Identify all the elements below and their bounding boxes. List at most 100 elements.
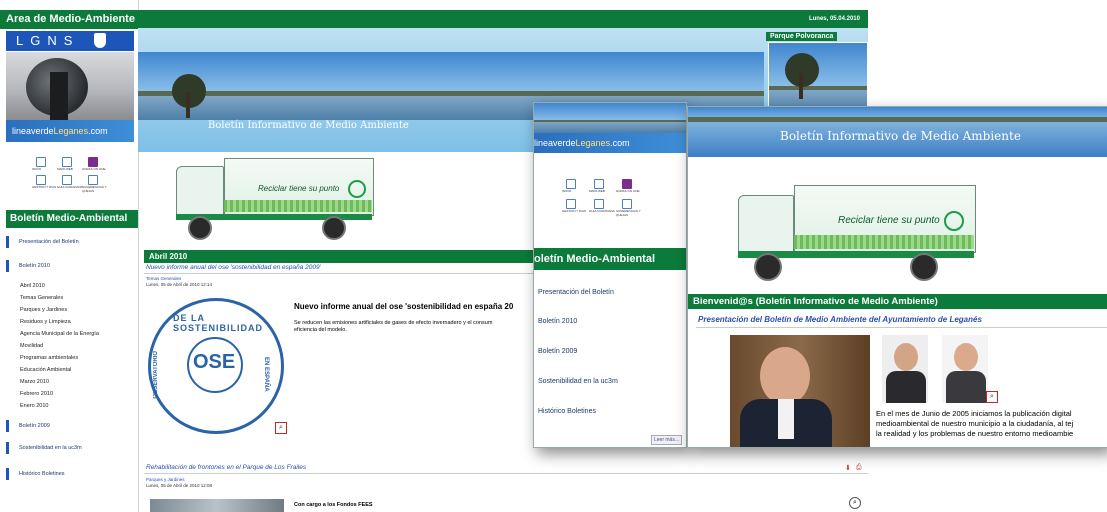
nav-item[interactable]: Abril 2010 [6,280,138,292]
recycle-icon [944,211,964,231]
gestion-icon[interactable] [36,175,46,185]
body-line: medioambiental de nuestro municipio a la… [876,419,1074,428]
person-photo [942,335,988,403]
article-body-2: eficiencia del modelo. [294,327,347,333]
guia-icon[interactable] [594,199,604,209]
nav-item[interactable]: Boletín 2010 [538,318,577,325]
nav-item[interactable]: Presentación del Boletín [6,236,138,248]
icon-label: INICIO [562,189,572,193]
com-text: .com [88,126,108,136]
nav-item[interactable]: Temas Generales [6,292,138,304]
zoom-icon[interactable]: ⌕ [986,391,998,403]
lineaverde-banner[interactable]: lineaverdeLeganes.com [6,120,134,142]
sugerencias-icon[interactable] [88,175,98,185]
nav-item[interactable]: Boletín 2009 [6,420,138,432]
nav-item[interactable]: Histórico Boletines [538,408,596,415]
nav-item[interactable]: Presentación del Boletín [538,289,614,296]
crest-icon [94,33,106,48]
nav-item[interactable]: Histórico Boletines [6,468,138,480]
icon-label: MAPA WEB [57,167,73,171]
icon-label: SUGERENCIAS Y QUEJAS [616,209,641,217]
nav-item[interactable]: Residuos y Limpieza [6,316,138,328]
parque-label: Parque Polvoranca [766,32,838,41]
banner-title: Boletín Informativo de Medio Ambiente [780,129,1021,143]
sculpture-post [50,72,68,120]
article-title-link[interactable]: Nuevo informe anual del ose 'sostenibili… [146,264,321,271]
icon-label: MAPA WEB [589,189,605,193]
date-label: Lunes, 05.04.2010 [808,16,860,22]
divider [696,327,1107,328]
nav-item[interactable]: Sostenibilidad en la uc3m [6,442,138,454]
recycling-truck: Reciclar tiene su punto [172,158,374,242]
sitemap-icon[interactable] [594,179,604,189]
nav-item[interactable]: Educación Ambiental [6,364,138,376]
article-category[interactable]: Parques y Jardines [146,477,185,482]
article-photo [150,499,284,512]
presentation-link[interactable]: Presentación del Boletín de Medio Ambien… [698,315,982,324]
ose-center: OSE [193,351,236,373]
zoom-icon[interactable]: ⌕ [849,497,861,509]
icon-label: GESTION Y DIAS [562,209,587,213]
com-text: .com [610,138,630,148]
lineaverde-text: lineaverde [534,138,576,148]
left-column: Area de Medio-Ambiente LGNS lineaverdeLe… [0,0,139,512]
lineaverde-banner[interactable]: lineaverdeLeganes.com [534,133,686,153]
zoom-icon[interactable]: ⌕ [275,422,287,434]
sugerencias-icon[interactable] [622,199,632,209]
recycle-icon [348,180,366,198]
gestion-icon[interactable] [566,199,576,209]
nav-item[interactable]: Marzo 2010 [6,376,138,388]
mayor-photo [730,335,870,447]
guia-icon[interactable] [62,175,72,185]
seal-top: DE LA SOSTENIBILIDAD [173,313,264,333]
area-title: Area de Medio-Ambiente [0,10,138,29]
body-line: En el mes de Junio de 2005 iniciamos la … [876,409,1072,418]
lineaverde-text: lineaverde [12,126,54,136]
nav-item[interactable]: Enero 2010 [6,400,138,412]
article-headline: Nuevo informe anual del ose 'sostenibili… [294,302,514,311]
top-bar: Lunes, 05.04.2010 [138,10,868,28]
boletin-heading: oletín Medio-Ambiental [534,248,686,270]
lgns-logo[interactable]: LGNS [6,31,134,51]
pdf-icon[interactable]: ⬇ [845,464,851,472]
icon-label: HORAS ON LINE [616,189,640,193]
article-category[interactable]: Temas Generales [146,276,181,281]
quick-icons: INICIO MAPA WEB HORAS ON LINE GESTION Y … [560,177,650,223]
truck-slogan: Reciclar tiene su punto [838,215,940,226]
print-icon[interactable]: ⎙ [856,464,862,472]
nav-item[interactable]: Movilidad [6,340,138,352]
section-title: Bienvenid@s (Boletín Informativo de Medi… [688,294,1107,309]
banner-title: Boletín Informativo de Medio Ambiente [208,120,409,131]
home-icon[interactable] [566,179,576,189]
seal-left: OBSERVATORIO [153,351,159,399]
nav-item[interactable]: Parques y Jardines [6,304,138,316]
icon-label: GUIA CIUDADANA [57,185,83,189]
nav-item[interactable]: Boletín 2009 [538,348,577,355]
boletin-heading: Boletín Medio-Ambiental [6,210,138,228]
body-line: la realidad y los problemas de nuestro e… [876,429,1074,438]
leer-mas-button[interactable]: Leer más... [651,435,683,445]
nav-item[interactable]: Boletín 2010 [6,260,138,272]
sitemap-icon[interactable] [62,157,72,167]
middle-window: lineaverdeLeganes.com INICIO MAPA WEB HO… [533,102,687,448]
seal-right: EN ESPAÑA [263,357,269,392]
article-body: Se reducen las emisiones artificiales de… [294,320,493,326]
leganes-text: Leganes [575,138,611,148]
24h-icon[interactable] [622,179,632,189]
leganes-text: Leganes [53,126,89,136]
nav-item[interactable]: Programas ambientales [6,352,138,364]
home-icon[interactable] [36,157,46,167]
truck-slogan: Reciclar tiene su punto [258,184,340,193]
article-date: Lunes, 05 de Abril de 2010 12:08 [146,483,213,488]
lgns-text: LGNS [16,33,80,48]
nav-item[interactable]: Febrero 2010 [6,388,138,400]
article-title-link[interactable]: Rehabilitación de frontones en el Parque… [146,464,306,471]
ose-seal: OSE DE LA SOSTENIBILIDAD OBSERVATORIO EN… [148,298,284,434]
nav-item[interactable]: Sostenibilidad en la uc3m [538,378,618,385]
sculpture-photo [6,52,134,120]
nav-item[interactable]: Agencia Municipal de la Energía [6,328,138,340]
banner-photo [138,52,468,120]
article-date: Lunes, 05 de Abril de 2010 12:14 [146,282,213,287]
icon-label: GESTION Y DIAS [32,185,57,189]
24h-icon[interactable] [88,157,98,167]
